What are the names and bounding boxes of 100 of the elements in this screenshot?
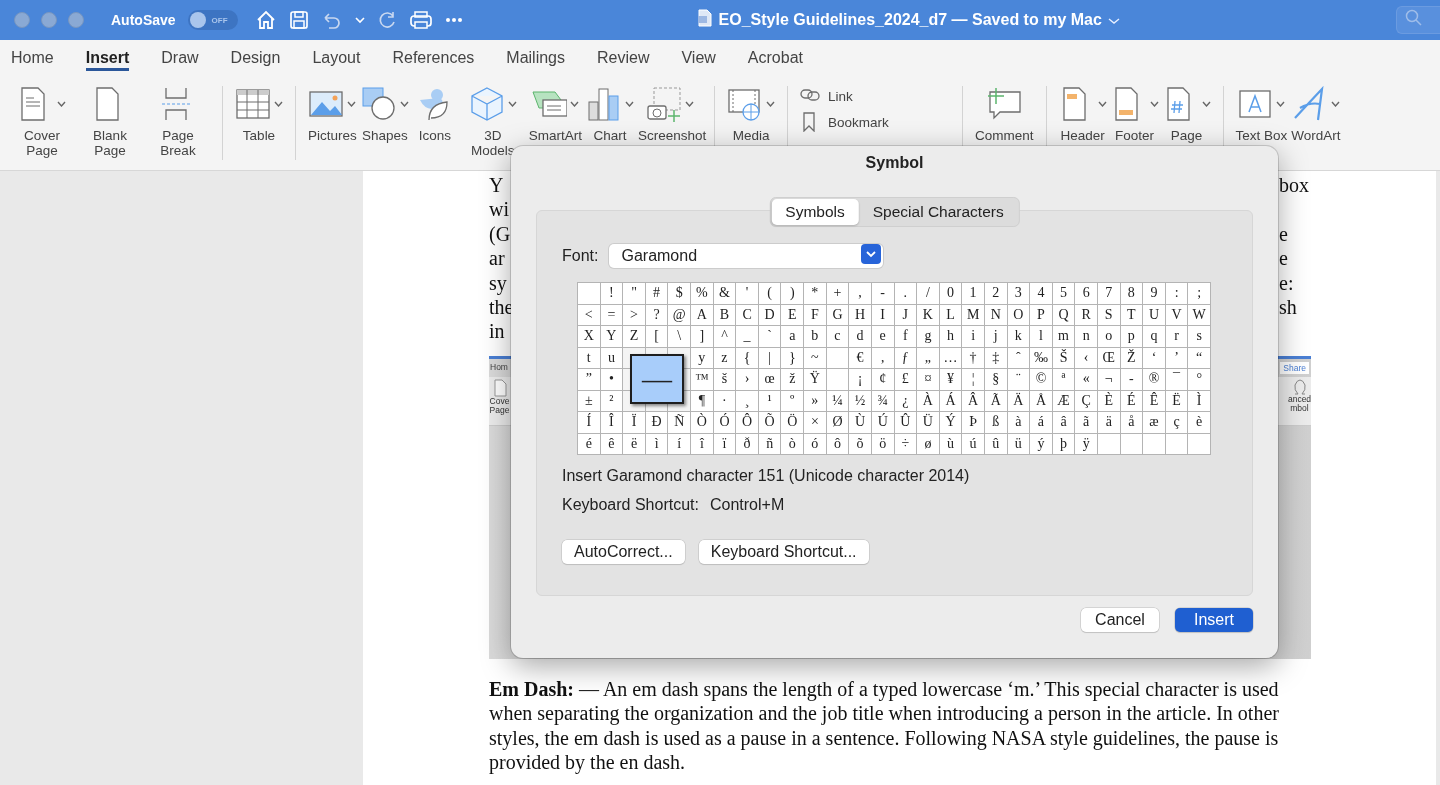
symbol-cell[interactable]: T [1120,304,1143,325]
dialog-button[interactable]: AutoCorrect... [562,540,685,564]
symbol-cell[interactable]: Ž [1120,347,1143,368]
symbol-cell[interactable]: b [804,326,826,347]
symbol-cell[interactable]: = [600,304,623,325]
dialog-tab[interactable]: Special Characters [858,199,1018,225]
symbol-cell[interactable]: õ [849,433,871,454]
ribbon-button[interactable]: 3D Models [460,84,525,158]
symbol-cell[interactable]: “ [1188,347,1210,368]
symbol-cell[interactable]: : [1165,283,1188,304]
symbol-cell[interactable]: _ [736,326,758,347]
symbol-cell[interactable]: n [1075,326,1097,347]
symbol-cell[interactable]: M [962,304,984,325]
symbol-cell[interactable]: Ð [645,412,668,433]
symbol-cell[interactable]: t [578,347,600,368]
ribbon-button[interactable]: Icons [412,84,457,143]
symbol-cell[interactable]: ž [781,369,804,390]
symbol-cell[interactable]: È [1097,390,1120,411]
ribbon-button[interactable]: Chart [586,84,635,143]
symbol-cell[interactable]: Å [1030,390,1052,411]
ribbon-button[interactable]: Table [235,84,283,143]
symbol-cell[interactable]: + [826,283,849,304]
ribbon-tab[interactable]: Review [597,45,650,71]
symbol-cell[interactable]: ¿ [894,390,917,411]
symbol-cell[interactable]: # [645,283,668,304]
symbol-cell[interactable]: Ó [713,412,736,433]
symbol-cell[interactable]: L [939,304,962,325]
symbol-cell[interactable]: · [713,390,736,411]
symbol-cell[interactable]: Y [600,326,623,347]
symbol-cell[interactable]: ñ [758,433,781,454]
symbol-cell[interactable]: ë [623,433,645,454]
more-icon[interactable] [444,17,463,23]
symbol-cell[interactable]: - [1120,369,1143,390]
symbol-cell[interactable]: s [1188,326,1210,347]
symbol-cell[interactable]: [ [645,326,668,347]
symbol-cell[interactable] [1120,433,1143,454]
window-control-icon[interactable] [41,12,57,28]
symbol-cell[interactable]: ^ [713,326,736,347]
ribbon-tab[interactable]: Insert [85,45,130,71]
symbol-cell[interactable]: % [691,283,713,304]
ribbon-button[interactable]: Link [800,86,951,106]
symbol-cell[interactable]: Ì [1188,390,1210,411]
symbol-cell[interactable]: l [1030,326,1052,347]
symbol-cell[interactable]: á [1030,412,1052,433]
symbol-cell[interactable]: N [984,304,1007,325]
symbol-cell[interactable] [578,283,600,304]
symbol-cell[interactable]: , [849,283,871,304]
ribbon-button[interactable]: Page [1162,84,1211,143]
symbol-cell[interactable]: „ [917,347,939,368]
symbol-cell[interactable]: ƒ [894,347,917,368]
window-control-icon[interactable] [14,12,30,28]
symbol-cell[interactable]: û [984,433,1007,454]
symbol-cell[interactable]: ÿ [1075,433,1097,454]
ribbon-tab[interactable]: References [392,45,475,71]
ribbon-button[interactable]: Header [1058,84,1107,143]
symbol-cell[interactable]: Ë [1165,390,1188,411]
symbol-cell[interactable] [1165,433,1188,454]
symbol-cell[interactable]: î [691,433,713,454]
symbol-cell[interactable]: K [917,304,939,325]
symbol-cell[interactable]: ² [600,390,623,411]
ribbon-tab[interactable]: Acrobat [747,45,803,71]
symbol-cell[interactable]: r [1165,326,1188,347]
symbol-cell[interactable]: Æ [1052,390,1075,411]
symbol-cell[interactable]: » [804,390,826,411]
symbol-cell[interactable]: ¥ [939,369,962,390]
symbol-cell[interactable]: ¾ [871,390,894,411]
symbol-cell[interactable]: q [1143,326,1165,347]
dialog-button[interactable]: Keyboard Shortcut... [698,540,869,564]
symbol-cell[interactable]: æ [1143,412,1165,433]
symbol-cell[interactable]: 1 [962,283,984,304]
symbol-cell[interactable]: a [781,326,804,347]
symbol-cell[interactable]: J [894,304,917,325]
dialog-button[interactable]: Insert [1175,608,1253,632]
symbol-cell[interactable]: š [713,369,736,390]
symbol-cell[interactable]: ó [804,433,826,454]
dialog-button[interactable]: Cancel [1081,608,1159,632]
symbol-cell[interactable]: } [781,347,804,368]
symbol-cell[interactable]: … [939,347,962,368]
symbol-cell[interactable]: ¼ [826,390,849,411]
symbol-cell[interactable]: Q [1052,304,1075,325]
symbol-cell[interactable]: $ [668,283,691,304]
symbol-cell[interactable]: ì [645,433,668,454]
symbol-cell[interactable]: " [623,283,645,304]
save-icon[interactable] [288,10,309,30]
symbol-cell[interactable]: 0 [939,283,962,304]
symbol-cell[interactable]: { [736,347,758,368]
symbol-cell[interactable]: Ï [623,412,645,433]
symbol-cell[interactable]: V [1165,304,1188,325]
ribbon-button[interactable]: Blank Page [78,84,142,158]
symbol-cell[interactable]: ý [1030,433,1052,454]
symbol-cell[interactable]: I [871,304,894,325]
symbol-cell[interactable]: ä [1097,412,1120,433]
ribbon-button[interactable]: Bookmark [800,112,951,132]
symbol-cell[interactable]: & [713,283,736,304]
symbol-cell[interactable] [1097,433,1120,454]
symbol-cell[interactable]: p [1120,326,1143,347]
symbol-cell[interactable]: ` [758,326,781,347]
ribbon-button[interactable]: Pictures [308,84,357,143]
symbol-cell[interactable]: ~ [804,347,826,368]
symbol-cell[interactable]: ® [1143,369,1165,390]
